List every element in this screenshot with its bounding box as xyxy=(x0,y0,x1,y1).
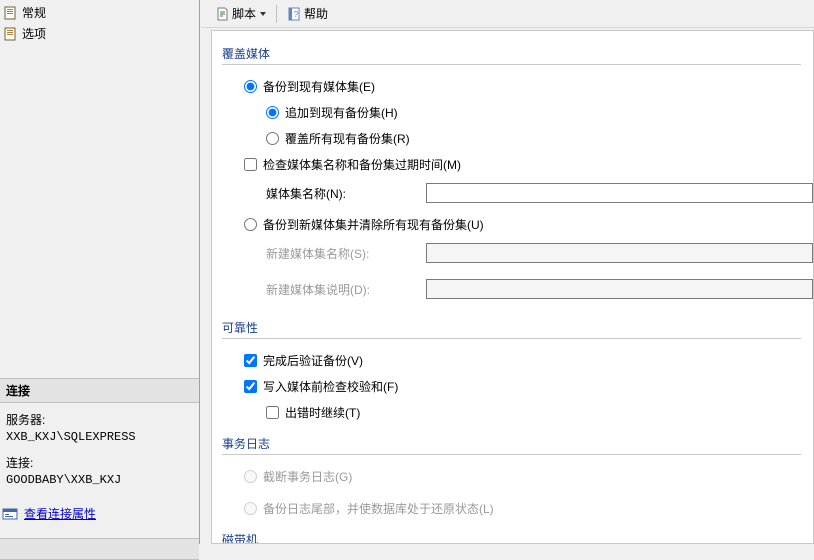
section-overwrite-media: 覆盖媒体 xyxy=(222,45,801,65)
options-content: 覆盖媒体 备份到现有媒体集(E) 追加到现有备份集(H) 覆盖所有现有备份集(R… xyxy=(211,30,814,544)
radio-backup-existing-label: 备份到现有媒体集(E) xyxy=(263,78,375,95)
new-media-desc-input[interactable] xyxy=(426,279,813,299)
help-button[interactable]: ? 帮助 xyxy=(283,3,332,24)
page-item-label: 常规 xyxy=(22,4,46,21)
new-media-name-input[interactable] xyxy=(426,243,813,263)
page-item-general[interactable]: 常规 xyxy=(2,2,195,23)
section-transaction-log: 事务日志 xyxy=(222,435,801,455)
continue-on-error-label: 出错时继续(T) xyxy=(285,404,360,421)
radio-append-label: 追加到现有备份集(H) xyxy=(285,104,398,121)
truncate-log-label: 截断事务日志(G) xyxy=(263,468,352,485)
check-media-label: 检查媒体集名称和备份集过期时间(M) xyxy=(263,156,461,173)
verify-row: 完成后验证备份(V) xyxy=(244,349,813,371)
backup-tail-label: 备份日志尾部，并使数据库处于还原状态(L) xyxy=(263,500,494,517)
media-name-label: 媒体集名称(N): xyxy=(266,185,426,202)
media-name-row: 媒体集名称(N): xyxy=(266,179,813,207)
backup-tail-row: 备份日志尾部，并使数据库处于还原状态(L) xyxy=(244,497,813,519)
right-panel: 脚本 ? 帮助 覆盖媒体 备份到现有媒体集(E) 追加到现有备份集(H) xyxy=(201,0,814,544)
view-connection-properties[interactable]: 查看连接属性 xyxy=(0,501,199,532)
verify-checkbox[interactable] xyxy=(244,354,257,367)
radio-append[interactable] xyxy=(266,106,279,119)
radio-backup-existing-row: 备份到现有媒体集(E) xyxy=(244,75,813,97)
check-media-row: 检查媒体集名称和备份集过期时间(M) xyxy=(244,153,813,175)
svg-text:?: ? xyxy=(294,10,299,19)
continue-on-error-checkbox[interactable] xyxy=(266,406,279,419)
radio-append-row: 追加到现有备份集(H) xyxy=(266,101,813,123)
page-item-options[interactable]: 选项 xyxy=(2,23,195,44)
script-icon xyxy=(215,7,229,21)
page-icon xyxy=(4,6,18,20)
media-name-input[interactable] xyxy=(426,183,813,203)
radio-overwrite-all[interactable] xyxy=(266,132,279,145)
view-connection-properties-link[interactable]: 查看连接属性 xyxy=(24,505,96,522)
radio-overwrite-all-row: 覆盖所有现有备份集(R) xyxy=(266,127,813,149)
server-value: XXB_KXJ\SQLEXPRESS xyxy=(6,430,193,444)
new-media-name-row: 新建媒体集名称(S): xyxy=(266,239,813,267)
section-tape: 磁带机 xyxy=(222,531,801,544)
toolbar-separator xyxy=(276,5,277,23)
properties-icon xyxy=(2,506,18,522)
script-button[interactable]: 脚本 xyxy=(211,3,270,24)
new-media-desc-label: 新建媒体集说明(D): xyxy=(266,281,426,298)
section-reliability: 可靠性 xyxy=(222,319,801,339)
page-icon xyxy=(4,27,18,41)
left-panel: 常规 选项 连接 服务器: XXB_KXJ\SQLEXPRESS 连接: GOO… xyxy=(0,0,200,544)
toolbar: 脚本 ? 帮助 xyxy=(201,0,814,28)
script-button-label: 脚本 xyxy=(232,5,256,22)
page-item-label: 选项 xyxy=(22,25,46,42)
checksum-row: 写入媒体前检查校验和(F) xyxy=(244,375,813,397)
radio-backup-existing[interactable] xyxy=(244,80,257,93)
new-media-name-label: 新建媒体集名称(S): xyxy=(266,245,426,262)
server-label: 服务器: xyxy=(6,411,193,428)
radio-overwrite-all-label: 覆盖所有现有备份集(R) xyxy=(285,130,410,147)
connection-info: 服务器: XXB_KXJ\SQLEXPRESS 连接: GOODBABY\XXB… xyxy=(0,403,199,501)
continue-on-error-row: 出错时继续(T) xyxy=(266,401,813,423)
verify-label: 完成后验证备份(V) xyxy=(263,352,363,369)
connection-header: 连接 xyxy=(0,378,199,403)
truncate-log-row: 截断事务日志(G) xyxy=(244,465,813,487)
help-button-label: 帮助 xyxy=(304,5,328,22)
radio-backup-new-row: 备份到新媒体集并清除所有现有备份集(U) xyxy=(244,213,813,235)
radio-backup-new-label: 备份到新媒体集并清除所有现有备份集(U) xyxy=(263,216,484,233)
connection-value: GOODBABY\XXB_KXJ xyxy=(6,473,193,487)
truncate-log-radio[interactable] xyxy=(244,470,257,483)
chevron-down-icon xyxy=(260,12,266,16)
backup-tail-radio[interactable] xyxy=(244,502,257,515)
check-media-checkbox[interactable] xyxy=(244,158,257,171)
connection-label: 连接: xyxy=(6,454,193,471)
page-selector: 常规 选项 xyxy=(0,0,199,52)
checksum-checkbox[interactable] xyxy=(244,380,257,393)
checksum-label: 写入媒体前检查校验和(F) xyxy=(263,378,398,395)
progress-header xyxy=(0,538,199,560)
radio-backup-new[interactable] xyxy=(244,218,257,231)
new-media-desc-row: 新建媒体集说明(D): xyxy=(266,275,813,303)
help-icon: ? xyxy=(287,7,301,21)
